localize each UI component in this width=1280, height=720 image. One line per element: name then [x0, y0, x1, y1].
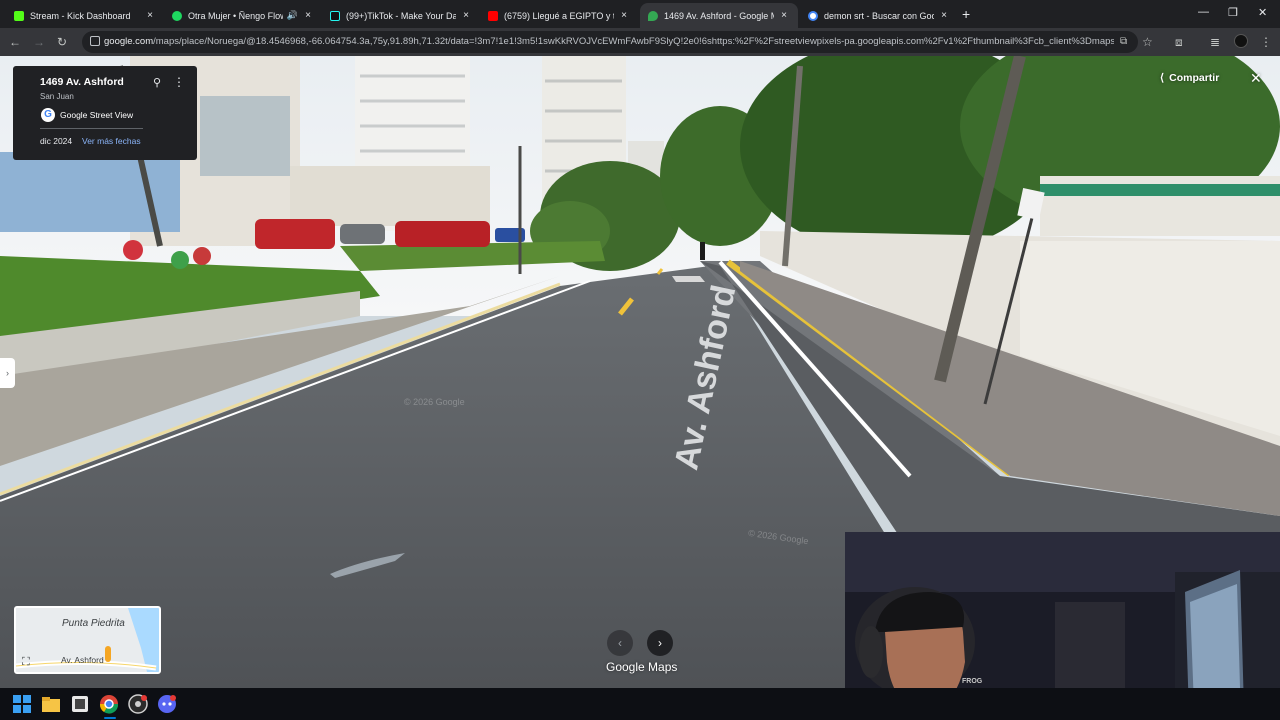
place-subtitle: San Juan	[40, 92, 74, 101]
tab-label: demon srt - Buscar con Google	[824, 10, 934, 21]
next-photo-button[interactable]: ›	[647, 630, 673, 656]
minimap-place-label: Punta Piedrita	[62, 618, 125, 629]
youtube-icon	[488, 10, 498, 21]
webcam-feed-drawing	[845, 532, 1280, 688]
reload-button[interactable]: ↻	[57, 35, 67, 49]
extensions-icon[interactable]: ⧈	[1175, 35, 1183, 50]
divider	[40, 128, 143, 129]
google-logo-icon: G	[41, 108, 55, 122]
place-title: 1469 Av. Ashford	[40, 76, 124, 88]
street-view-info-card: 1469 Av. Ashford San Juan ⚲ ⋮ G Google S…	[13, 66, 197, 160]
active-app-indicator	[104, 717, 116, 719]
windows-taskbar	[0, 688, 1280, 720]
windows-start-icon[interactable]	[12, 694, 32, 714]
shirt-text: FROG	[962, 678, 983, 685]
bookmark-star-icon[interactable]: ☆	[1142, 35, 1153, 49]
minimap[interactable]: Punta Piedrita Av. Ashford ⛶	[14, 606, 161, 674]
expand-map-icon[interactable]: ⛶	[22, 656, 30, 669]
tab-close-icon[interactable]: ×	[938, 10, 950, 21]
tab-close-icon[interactable]: ×	[302, 10, 314, 21]
share-icon: ⟨	[1160, 72, 1165, 84]
tab-label: (99+)TikTok - Make Your Day	[346, 10, 456, 21]
google-icon	[808, 10, 818, 21]
tab-label: (6759) Llegué a EGIPTO y todo	[504, 10, 614, 21]
tab-kick[interactable]: Stream - Kick Dashboard ×	[6, 3, 164, 28]
close-street-view-button[interactable]: ✕	[1250, 70, 1262, 87]
google-maps-brand: Google Maps	[606, 660, 678, 674]
address-bar[interactable]: google.com/maps/place/Noruega/@18.454696…	[82, 31, 1138, 53]
chrome-icon[interactable]	[99, 694, 119, 714]
site-info-icon[interactable]	[90, 36, 100, 46]
tab-strip: Stream - Kick Dashboard × Otra Mujer • Ñ…	[0, 0, 1280, 28]
tab-label: 1469 Av. Ashford - Google Map	[664, 10, 774, 21]
copyright-watermark: © 2026 Google	[404, 397, 465, 407]
spotify-icon	[172, 10, 182, 21]
more-options-icon[interactable]: ⋮	[173, 75, 185, 89]
tab-close-icon[interactable]: ×	[144, 10, 156, 21]
tab-tiktok[interactable]: (99+)TikTok - Make Your Day ×	[322, 3, 480, 28]
profile-avatar[interactable]	[1234, 34, 1248, 48]
window-close-button[interactable]: ✕	[1258, 6, 1267, 19]
restore-button[interactable]: ❐	[1228, 6, 1238, 19]
tab-google-maps[interactable]: 1469 Av. Ashford - Google Map ×	[640, 3, 798, 28]
speaker-icon[interactable]: 🔊	[287, 10, 298, 21]
app-icon[interactable]	[70, 694, 90, 714]
tab-close-icon[interactable]: ×	[618, 10, 630, 21]
discord-icon[interactable]	[157, 694, 177, 714]
tab-label: Otra Mujer • Ñengo Flow, E	[188, 10, 283, 21]
new-tab-button[interactable]: +	[962, 6, 970, 22]
media-control-icon[interactable]: ≣	[1210, 35, 1220, 49]
street-view-provider: Google Street View	[60, 110, 134, 120]
url-text: google.com/maps/place/Noruega/@18.454696…	[104, 36, 1114, 47]
browser-toolbar: ← → ↻ google.com/maps/place/Noruega/@18.…	[0, 28, 1280, 56]
pegman-icon	[105, 646, 111, 662]
kick-icon	[14, 10, 24, 21]
maps-pin-icon	[648, 10, 658, 21]
webcam-overlay: FROG	[845, 532, 1280, 688]
capture-date: dic 2024	[40, 136, 73, 146]
chrome-menu-icon[interactable]: ⋮	[1260, 35, 1272, 49]
tab-youtube[interactable]: (6759) Llegué a EGIPTO y todo ×	[480, 3, 638, 28]
share-label: Compartir	[1169, 72, 1220, 84]
side-panel-toggle[interactable]: ›	[0, 358, 15, 388]
tab-close-icon[interactable]: ×	[460, 10, 472, 21]
street-view-panorama[interactable]: Av. Ashford © 2026 Google © 2026 Google …	[0, 56, 1280, 688]
forward-button[interactable]: →	[33, 35, 45, 49]
tiktok-icon	[330, 10, 340, 21]
install-app-icon[interactable]: ⧉	[1120, 36, 1127, 47]
minimize-button[interactable]: —	[1198, 6, 1209, 18]
tab-google-search[interactable]: demon srt - Buscar con Google ×	[800, 3, 958, 28]
obs-icon[interactable]	[128, 694, 148, 714]
minimap-street-label: Av. Ashford	[61, 655, 104, 665]
tab-spotify[interactable]: Otra Mujer • Ñengo Flow, E 🔊 ×	[164, 3, 322, 28]
back-button[interactable]: ←	[9, 35, 21, 49]
share-button[interactable]: ⟨ Compartir	[1160, 72, 1219, 84]
location-pin-icon[interactable]: ⚲	[153, 76, 161, 89]
tab-label: Stream - Kick Dashboard	[30, 10, 131, 21]
file-explorer-icon[interactable]	[41, 694, 61, 714]
previous-photo-button[interactable]: ‹	[607, 630, 633, 656]
more-dates-link[interactable]: Ver más fechas	[82, 136, 141, 146]
tab-close-icon[interactable]: ×	[778, 10, 790, 21]
